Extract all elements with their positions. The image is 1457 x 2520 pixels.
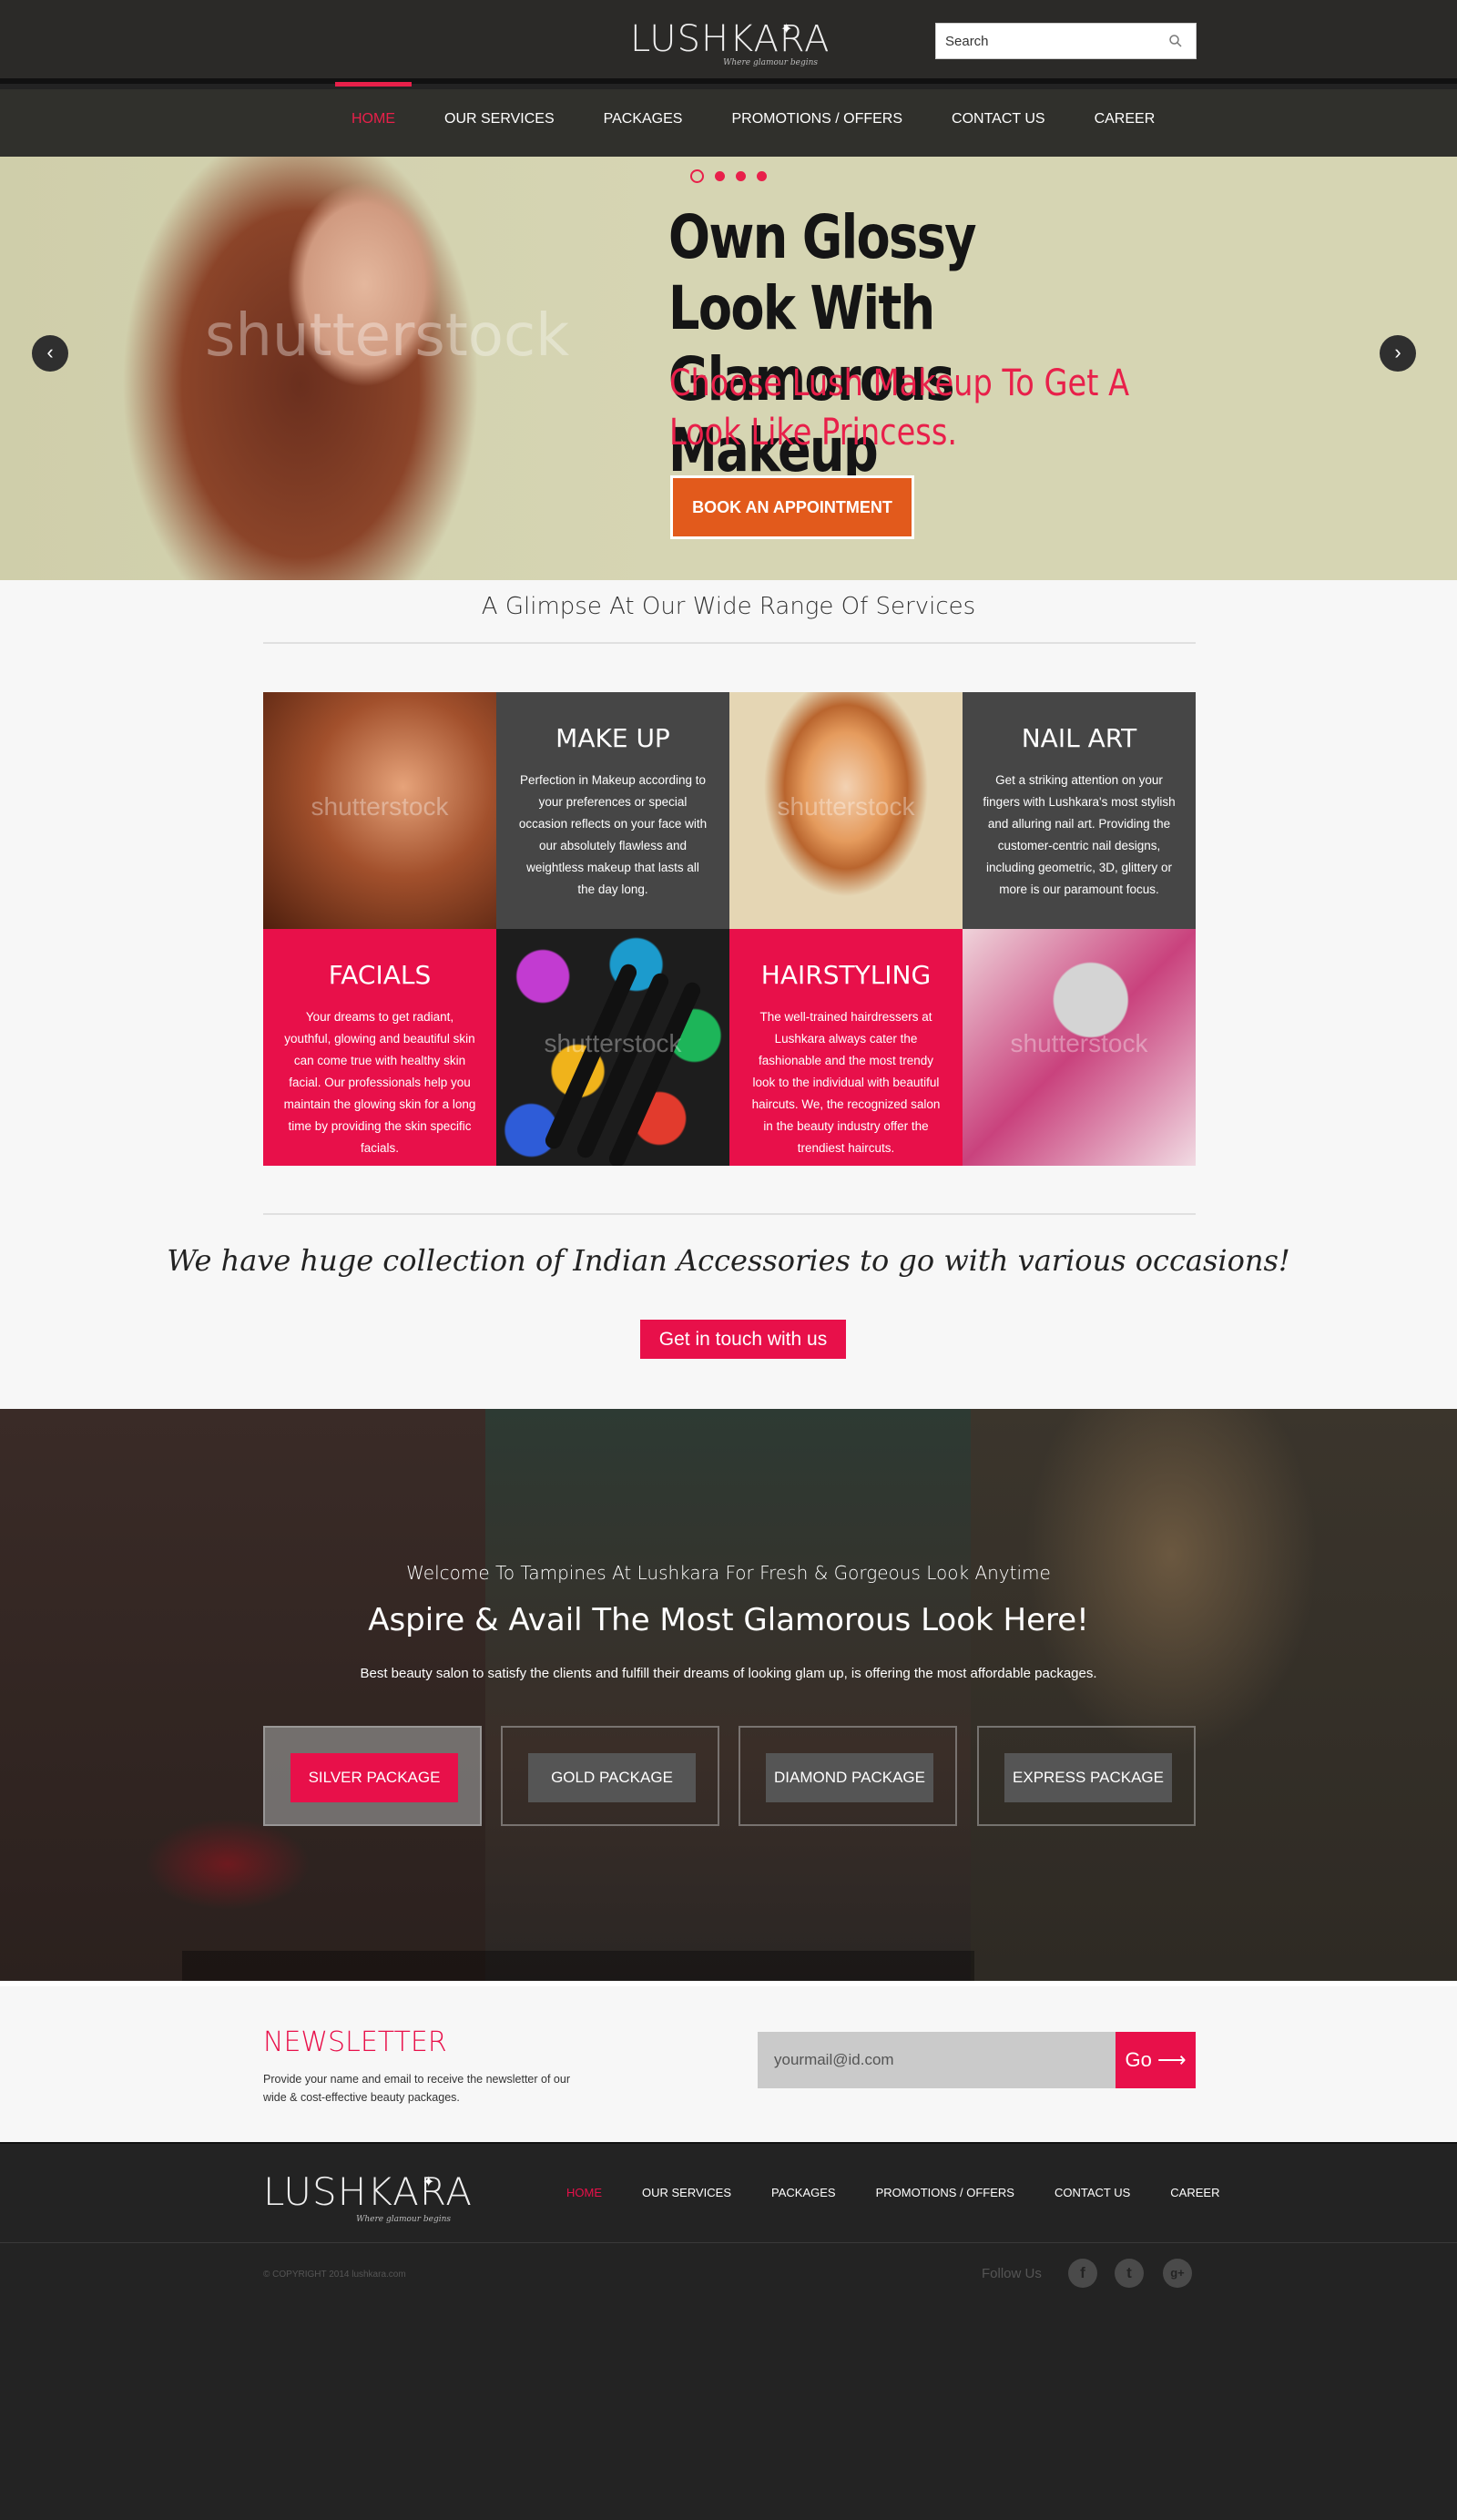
search-icon[interactable] — [1168, 34, 1183, 48]
slider-dot-3[interactable] — [736, 171, 746, 181]
newsletter-go-button[interactable]: Go ⟶ — [1116, 2032, 1196, 2088]
footer-divider — [0, 2242, 1457, 2243]
services-heading: A Glimpse At Our Wide Range Of Services — [481, 593, 976, 620]
slider-next-arrow-icon[interactable]: › — [1380, 335, 1416, 372]
nav-contact-us[interactable]: CONTACT US — [935, 89, 1062, 157]
service-description: The well-trained hairdressers at Lushkar… — [751, 1010, 941, 1155]
get-in-touch-button[interactable]: Get in touch with us — [640, 1320, 846, 1359]
services-section: A Glimpse At Our Wide Range Of Services … — [0, 580, 1457, 1409]
service-tile-hairstyling[interactable]: HAIRSTYLING The well-trained hairdresser… — [729, 929, 963, 1166]
logo-sparkle-icon: ✦ — [780, 22, 793, 37]
service-title: FACIALS — [328, 960, 432, 990]
package-card-silver[interactable]: SILVER PACKAGE — [263, 1726, 482, 1826]
logo-sparkle-icon: ✦ — [423, 2175, 435, 2190]
package-card-diamond[interactable]: DIAMOND PACKAGE — [739, 1726, 957, 1826]
spa-image: shutterstock — [263, 692, 496, 929]
nav-our-services[interactable]: OUR SERVICES — [428, 89, 571, 157]
main-nav-bar: HOME OUR SERVICES PACKAGES PROMOTIONS / … — [0, 82, 1457, 157]
nail-art-image: shutterstock — [963, 929, 1196, 1166]
makeup-palette-image: shutterstock — [496, 929, 729, 1166]
footer-nav-career[interactable]: CAREER — [1170, 2186, 1219, 2199]
service-description: Perfection in Makeup according to your p… — [518, 773, 708, 896]
twitter-icon[interactable]: t — [1115, 2259, 1144, 2288]
slider-dot-1[interactable] — [690, 169, 704, 183]
packages-title: Aspire & Avail The Most Glamorous Look H… — [368, 1602, 1089, 1638]
search-input[interactable] — [936, 24, 1155, 58]
services-divider-bottom — [263, 1213, 1196, 1215]
newsletter-section: NEWSLETTER Provide your name and email t… — [0, 1981, 1457, 2142]
service-tile-makeup[interactable]: MAKE UP Perfection in Makeup according t… — [496, 692, 729, 929]
package-card-gold[interactable]: GOLD PACKAGE — [501, 1726, 719, 1826]
services-grid: shutterstock MAKE UP Perfection in Makeu… — [263, 692, 1196, 1166]
express-package-button[interactable]: EXPRESS PACKAGE — [1004, 1753, 1172, 1802]
nav-packages[interactable]: PACKAGES — [587, 89, 699, 157]
footer-logo-text: LUSHKARA — [263, 2169, 474, 2214]
hero-slider: shutterstock Own Glossy Look With Glamor… — [0, 157, 1457, 580]
service-description: Get a striking attention on your fingers… — [983, 773, 1176, 896]
services-divider-top — [263, 642, 1196, 644]
package-card-express[interactable]: EXPRESS PACKAGE — [977, 1726, 1196, 1826]
packages-section: Welcome To Tampines At Lushkara For Fres… — [0, 1409, 1457, 1981]
nav-career[interactable]: CAREER — [1078, 89, 1172, 157]
newsletter-email-input[interactable] — [758, 2032, 1116, 2088]
hero-watermark: shutterstock — [205, 302, 570, 370]
hairdo-background-image — [971, 1409, 1457, 1981]
site-logo[interactable]: LUSHKARA ✦ Where glamour begins — [630, 16, 830, 71]
tile-watermark: shutterstock — [777, 792, 915, 821]
footer-nav-promotions-offers[interactable]: PROMOTIONS / OFFERS — [876, 2186, 1014, 2199]
book-appointment-button[interactable]: BOOK AN APPOINTMENT — [670, 475, 914, 539]
packages-welcome: Welcome To Tampines At Lushkara For Fres… — [406, 1562, 1051, 1584]
copyright-text: © COPYRIGHT 2014 lushkara.com — [263, 2270, 406, 2280]
footer-logo-tagline: Where glamour begins — [356, 2215, 451, 2224]
hero-subtitle: Choose Lush Makeup To Get A Look Like Pr… — [669, 362, 1130, 454]
tile-watermark: shutterstock — [311, 792, 449, 821]
footer-nav-packages[interactable]: PACKAGES — [771, 2186, 836, 2199]
footer-logo[interactable]: LUSHKARA ✦ Where glamour begins — [263, 2169, 472, 2224]
newsletter-description: Provide your name and email to receive t… — [263, 2073, 570, 2104]
nav-home[interactable]: HOME — [335, 82, 412, 157]
tile-watermark: shutterstock — [544, 1029, 682, 1057]
logo-text: LUSHKARA — [630, 18, 830, 60]
service-title: MAKE UP — [555, 723, 670, 753]
top-bar: LUSHKARA ✦ Where glamour begins — [0, 0, 1457, 84]
main-nav: HOME OUR SERVICES PACKAGES PROMOTIONS / … — [335, 82, 1187, 157]
slider-pagination — [690, 169, 767, 183]
nav-promotions-offers[interactable]: PROMOTIONS / OFFERS — [715, 89, 919, 157]
service-title: HAIRSTYLING — [760, 960, 932, 990]
logo-tagline: Where glamour begins — [723, 58, 818, 67]
service-description: Your dreams to get radiant, youthful, gl… — [283, 1010, 476, 1155]
footer-nav-home[interactable]: HOME — [566, 2186, 602, 2199]
google-plus-icon[interactable]: g+ — [1163, 2259, 1192, 2288]
henna-background-image — [485, 1409, 971, 1981]
tile-watermark: shutterstock — [1010, 1029, 1148, 1057]
lips-background-image — [0, 1409, 485, 1981]
footer-nav-our-services[interactable]: OUR SERVICES — [642, 2186, 731, 2199]
follow-us-label: Follow Us — [982, 2266, 1042, 2281]
facebook-icon[interactable]: f — [1068, 2259, 1097, 2288]
silver-package-button[interactable]: SILVER PACKAGE — [290, 1753, 458, 1802]
footer-nav-contact-us[interactable]: CONTACT US — [1055, 2186, 1130, 2199]
service-title: NAIL ART — [1021, 723, 1137, 753]
packages-description: Best beauty salon to satisfy the clients… — [360, 1666, 1097, 1681]
slider-prev-arrow-icon[interactable]: ‹ — [32, 335, 68, 372]
hair-model-image: shutterstock — [729, 692, 963, 929]
accessories-tagline: We have huge collection of Indian Access… — [167, 1243, 1290, 1278]
footer: LUSHKARA ✦ Where glamour begins HOME OUR… — [0, 2142, 1457, 2520]
footer-nav: HOME OUR SERVICES PACKAGES PROMOTIONS / … — [566, 2186, 1219, 2199]
search-box — [935, 23, 1197, 59]
service-tile-facials[interactable]: FACIALS Your dreams to get radiant, yout… — [263, 929, 496, 1166]
slider-dot-4[interactable] — [757, 171, 767, 181]
service-tile-nail-art[interactable]: NAIL ART Get a striking attention on you… — [963, 692, 1196, 929]
gold-package-button[interactable]: GOLD PACKAGE — [528, 1753, 696, 1802]
newsletter-title: NEWSLETTER — [263, 2026, 447, 2058]
diamond-package-button[interactable]: DIAMOND PACKAGE — [766, 1753, 933, 1802]
packages-bottom-strip — [182, 1951, 974, 1981]
slider-dot-2[interactable] — [715, 171, 725, 181]
